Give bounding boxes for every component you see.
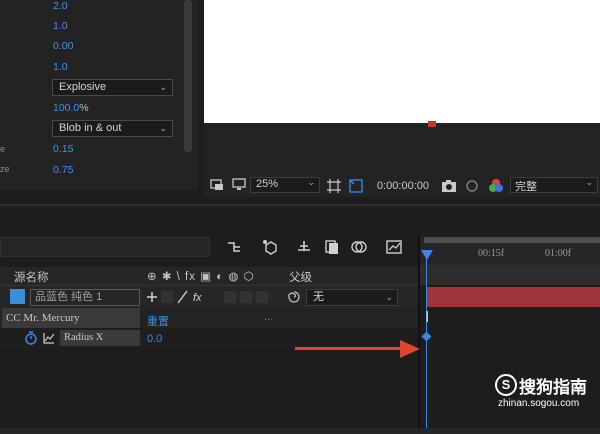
chevron-down-icon: ⌄ bbox=[159, 82, 167, 92]
chevron-down-icon: ⌄ bbox=[385, 292, 393, 302]
shy-layers-icon[interactable] bbox=[295, 238, 313, 256]
resolution-select[interactable]: 完整 ⌄ bbox=[510, 177, 598, 193]
layer-name[interactable]: 品蓝色 纯色 1 bbox=[30, 289, 140, 306]
color-channels-icon[interactable] bbox=[487, 177, 505, 195]
blob-select[interactable]: Blob in & out ⌄ bbox=[52, 120, 173, 137]
parent-header[interactable]: 父级 bbox=[289, 269, 312, 285]
watermark-text: 搜狗指南 bbox=[519, 378, 587, 397]
layer-switches-extra[interactable] bbox=[222, 289, 272, 305]
annotation-arrow-shaft bbox=[295, 347, 405, 350]
effect-controls-panel: 2.0 1.0 0.00 1.0 Explosive ⌄ 100.0% Blob… bbox=[0, 0, 198, 190]
pick-whip-icon[interactable] bbox=[287, 290, 301, 304]
camera-icon[interactable] bbox=[441, 178, 457, 194]
ruler-label-1s: 01:00f bbox=[545, 248, 572, 259]
frame-blending-icon[interactable] bbox=[323, 238, 341, 256]
percent-value[interactable]: 100.0 bbox=[53, 102, 79, 114]
property-label-a: e bbox=[0, 144, 6, 154]
stopwatch-icon[interactable] bbox=[24, 331, 38, 345]
property-value[interactable]: 0.0 bbox=[147, 333, 162, 345]
chevron-down-icon: ⌄ bbox=[585, 177, 593, 187]
source-name-header[interactable]: 源名称 bbox=[14, 269, 49, 285]
graph-editor-icon[interactable] bbox=[385, 238, 403, 256]
region-of-interest-icon[interactable] bbox=[210, 177, 224, 191]
animation-select-value: Explosive bbox=[59, 81, 107, 93]
compositon-flowchart-icon[interactable] bbox=[225, 238, 243, 256]
motion-blur-icon[interactable] bbox=[350, 238, 368, 256]
animation-select[interactable]: Explosive ⌄ bbox=[52, 79, 173, 96]
effect-name[interactable]: CC Mr. Mercury bbox=[2, 308, 140, 328]
chevron-down-icon: ⌄ bbox=[159, 123, 167, 133]
layer-search-input[interactable] bbox=[0, 237, 210, 257]
scrollbar[interactable] bbox=[184, 0, 192, 152]
watermark-url: zhinan.sogou.com bbox=[498, 398, 580, 409]
effect-value-b[interactable]: 0.75 bbox=[53, 164, 73, 176]
current-timecode[interactable]: 0:00:00:00 bbox=[377, 180, 429, 192]
property-label-b: ze bbox=[0, 164, 10, 174]
options-link[interactable]: ... bbox=[264, 311, 273, 323]
svg-text:fx: fx bbox=[193, 292, 202, 304]
layer-duration-bar[interactable] bbox=[426, 287, 600, 307]
percent-suffix: % bbox=[79, 102, 89, 114]
current-time-indicator-head[interactable] bbox=[421, 250, 433, 260]
timeline-track bbox=[420, 265, 600, 285]
reset-link[interactable]: 重置 bbox=[147, 313, 169, 329]
effect-value-2[interactable]: 1.0 bbox=[53, 20, 68, 32]
current-time-indicator[interactable] bbox=[426, 250, 427, 434]
zoom-value: 25% bbox=[256, 178, 279, 190]
annotation-arrow-head bbox=[400, 340, 420, 358]
monitor-icon[interactable] bbox=[232, 177, 246, 191]
show-snapshot-icon[interactable] bbox=[464, 178, 480, 194]
grid-icon[interactable] bbox=[326, 178, 342, 194]
panel-divider bbox=[0, 204, 600, 206]
keyframe-marker[interactable] bbox=[421, 331, 432, 342]
effect-value-3[interactable]: 0.00 bbox=[53, 40, 73, 52]
transparency-grid-icon[interactable] bbox=[348, 178, 364, 194]
switches-header[interactable]: ⊕ ✱ \ fx ▣ ◐ ◍ ⬡ bbox=[147, 269, 255, 283]
effect-value-1[interactable]: 2.0 bbox=[53, 0, 68, 12]
composition-canvas[interactable] bbox=[204, 0, 600, 123]
text-cursor-icon: I bbox=[425, 309, 430, 326]
watermark-logo: S bbox=[495, 374, 517, 396]
bottom-toolbar bbox=[0, 428, 600, 434]
parent-value: 无 bbox=[313, 291, 324, 303]
anchor-point-marker[interactable] bbox=[428, 121, 436, 127]
parent-select[interactable]: 无 ⌄ bbox=[306, 289, 398, 306]
graph-icon[interactable] bbox=[42, 331, 56, 345]
effect-value-a[interactable]: 0.15 bbox=[53, 143, 73, 155]
work-area-bar[interactable] bbox=[424, 237, 600, 243]
ruler-label-15f: 00:15f bbox=[478, 248, 505, 259]
chevron-down-icon: ⌄ bbox=[307, 177, 315, 187]
draft-3d-icon[interactable] bbox=[261, 238, 279, 256]
property-name: Radius X bbox=[60, 330, 140, 346]
layer-label-color[interactable] bbox=[10, 289, 25, 304]
effect-value-4[interactable]: 1.0 bbox=[53, 61, 68, 73]
resolution-value: 完整 bbox=[515, 181, 537, 193]
layer-switches[interactable]: fx bbox=[145, 289, 223, 305]
timeline-column-header: 源名称 ⊕ ✱ \ fx ▣ ◐ ◍ ⬡ 父级 bbox=[0, 267, 420, 286]
zoom-select[interactable]: 25% ⌄ bbox=[250, 177, 320, 193]
blob-select-value: Blob in & out bbox=[59, 122, 122, 134]
percent-value-row: 100.0% bbox=[53, 102, 89, 114]
